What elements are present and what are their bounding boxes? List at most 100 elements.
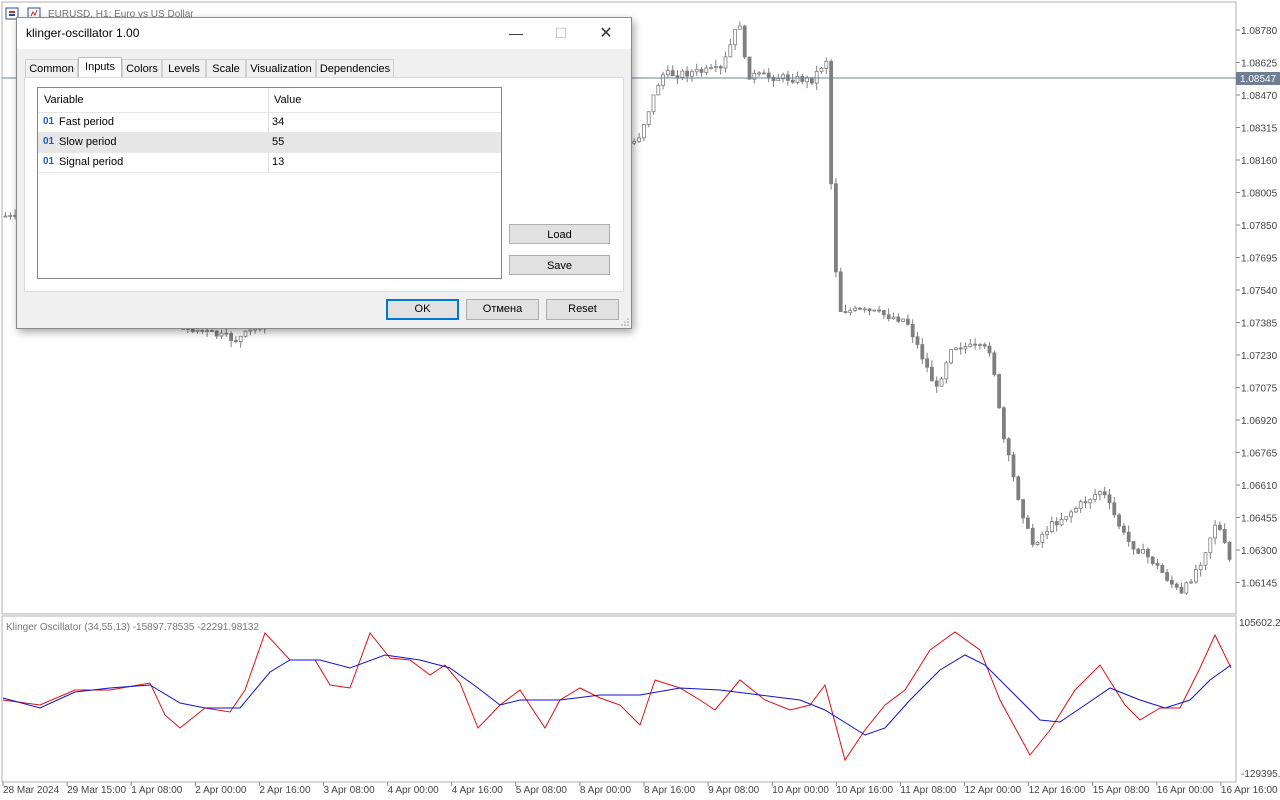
candle-body [766, 72, 771, 78]
candle-body [704, 67, 709, 73]
candle-body [1155, 563, 1160, 566]
row-value[interactable]: 55 [272, 136, 284, 148]
price-tick-label: 1.06765 [1241, 449, 1278, 460]
tab-colors[interactable]: Colors [122, 59, 162, 77]
candle-body [728, 44, 733, 58]
price-tick-label: 1.08780 [1241, 26, 1278, 37]
candle-body [651, 94, 656, 113]
candle-body [214, 330, 219, 337]
candle-body [1112, 502, 1117, 516]
candle-body [987, 345, 992, 354]
candle-body [248, 329, 253, 332]
date-tick-label: 9 Apr 08:00 [708, 785, 760, 796]
candle-body [853, 307, 857, 311]
row-value[interactable]: 34 [272, 116, 284, 128]
candle-body [747, 56, 752, 80]
candle-body [958, 347, 963, 350]
candle-body [1069, 511, 1073, 518]
candle-body [243, 330, 248, 337]
table-row-fast-period[interactable]: 01 Fast period 34 [38, 113, 501, 133]
close-icon[interactable]: ✕ [583, 18, 629, 49]
candle-body [642, 124, 646, 139]
row-variable: Fast period [59, 116, 115, 128]
price-tick-label: 1.08625 [1241, 59, 1278, 70]
candle-body [632, 141, 637, 144]
table-row-signal-period[interactable]: 01 Signal period 13 [38, 153, 501, 173]
candle-body [699, 69, 704, 73]
candle-body [795, 75, 800, 83]
candle-body [680, 70, 685, 78]
candle-body [1184, 582, 1189, 594]
load-button[interactable]: Load [509, 224, 610, 244]
candle-body [762, 72, 766, 75]
cancel-button[interactable]: Отмена [466, 299, 539, 320]
column-header-value[interactable]: Value [274, 88, 301, 112]
minimize-icon[interactable]: — [493, 18, 539, 49]
ok-button[interactable]: OK [386, 299, 459, 320]
column-header-variable[interactable]: Variable [44, 88, 84, 112]
candle-body [829, 60, 833, 185]
candle-body [1016, 476, 1021, 500]
dialog-titlebar[interactable]: klinger-oscillator 1.00 — ☐ ✕ [17, 18, 631, 49]
price-axis: 1.08780 1.08625 1.08470 1.08315 1.08160 1.080… [1236, 26, 1278, 590]
price-tick-label: 1.07850 [1241, 221, 1278, 232]
date-tick-label: 3 Apr 08:00 [324, 785, 376, 796]
tab-scale[interactable]: Scale [206, 59, 246, 77]
maximize-icon[interactable]: ☐ [538, 18, 584, 49]
candle-body [3, 215, 8, 218]
price-tick-label: 1.06920 [1241, 416, 1278, 427]
candle-body [1064, 516, 1069, 520]
row-value[interactable]: 13 [272, 156, 284, 168]
date-tick-label: 8 Apr 16:00 [644, 785, 696, 796]
tab-dependencies[interactable]: Dependencies [316, 59, 394, 77]
candle-body [666, 70, 670, 76]
candle-body [819, 67, 824, 72]
tab-visualization[interactable]: Visualization [246, 59, 316, 77]
candle-body [920, 344, 925, 360]
candle-body [1203, 552, 1208, 566]
date-tick-label: 15 Apr 08:00 [1093, 785, 1150, 796]
candle-body [233, 340, 238, 342]
price-tick-label: 1.06610 [1241, 481, 1278, 492]
price-tick-label: 1.07385 [1241, 319, 1278, 330]
reset-button[interactable]: Reset [546, 299, 619, 320]
candle-body [1141, 549, 1145, 554]
candle-body [934, 380, 939, 387]
candle-body [901, 318, 905, 322]
candle-body [1045, 531, 1049, 535]
candle-body [992, 352, 997, 375]
row-variable: Signal period [59, 156, 124, 168]
save-button[interactable]: Save [509, 255, 610, 275]
candle-body [862, 308, 867, 311]
candle-body [1021, 499, 1025, 519]
table-row-slow-period[interactable]: 01 Slow period 55 [38, 133, 501, 153]
row-variable: Slow period [59, 136, 117, 148]
current-price-tag: 1.08547 [1236, 72, 1280, 85]
candle-body [891, 316, 896, 320]
date-axis: 28 Mar 2024 29 Mar 15:00 1 Apr 08:00 2 Apr … [2, 782, 1278, 796]
inputs-panel: Variable Value 01 Fast period 34 01 Slow… [24, 77, 624, 292]
resize-grip-icon[interactable] [621, 318, 629, 326]
date-tick-label: 2 Apr 16:00 [259, 785, 311, 796]
indicator-max-label: 105602.26 [1239, 618, 1280, 629]
tab-inputs[interactable]: Inputs [78, 57, 122, 78]
candle-body [1054, 521, 1059, 526]
candle-body [1074, 508, 1078, 513]
candle-body [661, 74, 665, 86]
tab-levels[interactable]: Levels [162, 59, 206, 77]
candle-body [1026, 517, 1030, 529]
candle-body [738, 25, 742, 30]
candle-body [877, 309, 881, 312]
candle-body [1102, 491, 1107, 496]
candle-body [896, 316, 901, 322]
candle-body [915, 336, 920, 345]
dialog-title: klinger-oscillator 1.00 [26, 26, 140, 40]
candle-body [675, 75, 680, 78]
indicator-subwindow[interactable] [1, 615, 1237, 783]
candle-body [1227, 542, 1232, 560]
candle-body [906, 318, 910, 325]
tab-common[interactable]: Common [25, 59, 78, 77]
candle-body [1194, 569, 1198, 583]
date-tick-label: 2 Apr 00:00 [195, 785, 247, 796]
candle-body [776, 78, 781, 82]
